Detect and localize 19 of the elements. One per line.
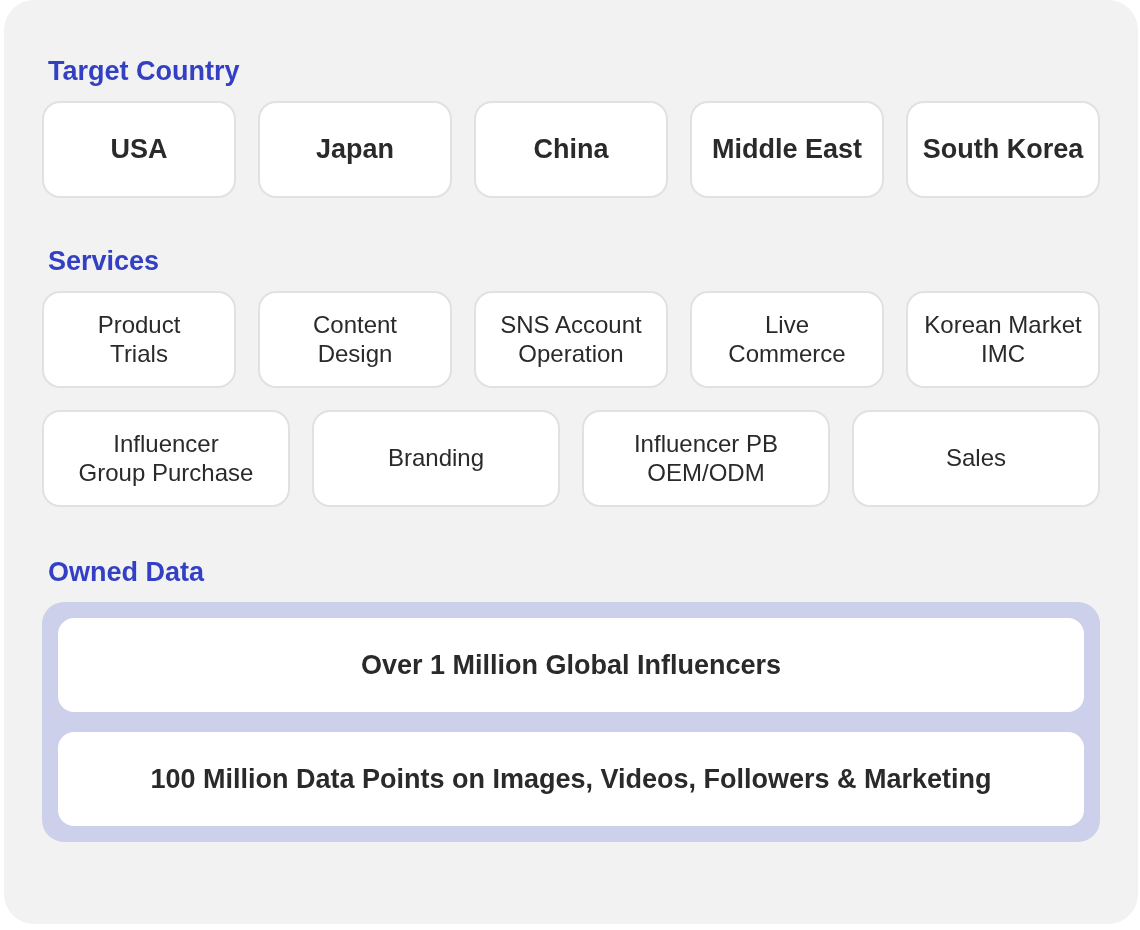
- service-tag: Influencer PB OEM/ODM: [582, 410, 830, 507]
- section-heading: Target Country: [48, 56, 240, 87]
- country-tag: Middle East: [690, 101, 884, 198]
- service-tag: Content Design: [258, 291, 452, 388]
- service-tag: Live Commerce: [690, 291, 884, 388]
- country-tag: South Korea: [906, 101, 1100, 198]
- data-statement: Over 1 Million Global Influencers: [58, 618, 1084, 712]
- country-tag: USA: [42, 101, 236, 198]
- service-tag: Branding: [312, 410, 560, 507]
- service-tag: Korean Market IMC: [906, 291, 1100, 388]
- service-tag: Sales: [852, 410, 1100, 507]
- service-tag: Product Trials: [42, 291, 236, 388]
- section-heading: Owned Data: [48, 557, 205, 588]
- section-heading: Services: [48, 246, 160, 277]
- data-statement: 100 Million Data Points on Images, Videos, Followers & Marketing: [58, 732, 1084, 826]
- country-tag: Japan: [258, 101, 452, 198]
- country-tag: China: [474, 101, 668, 198]
- service-tag: SNS Account Operation: [474, 291, 668, 388]
- service-tag: Influencer Group Purchase: [42, 410, 290, 507]
